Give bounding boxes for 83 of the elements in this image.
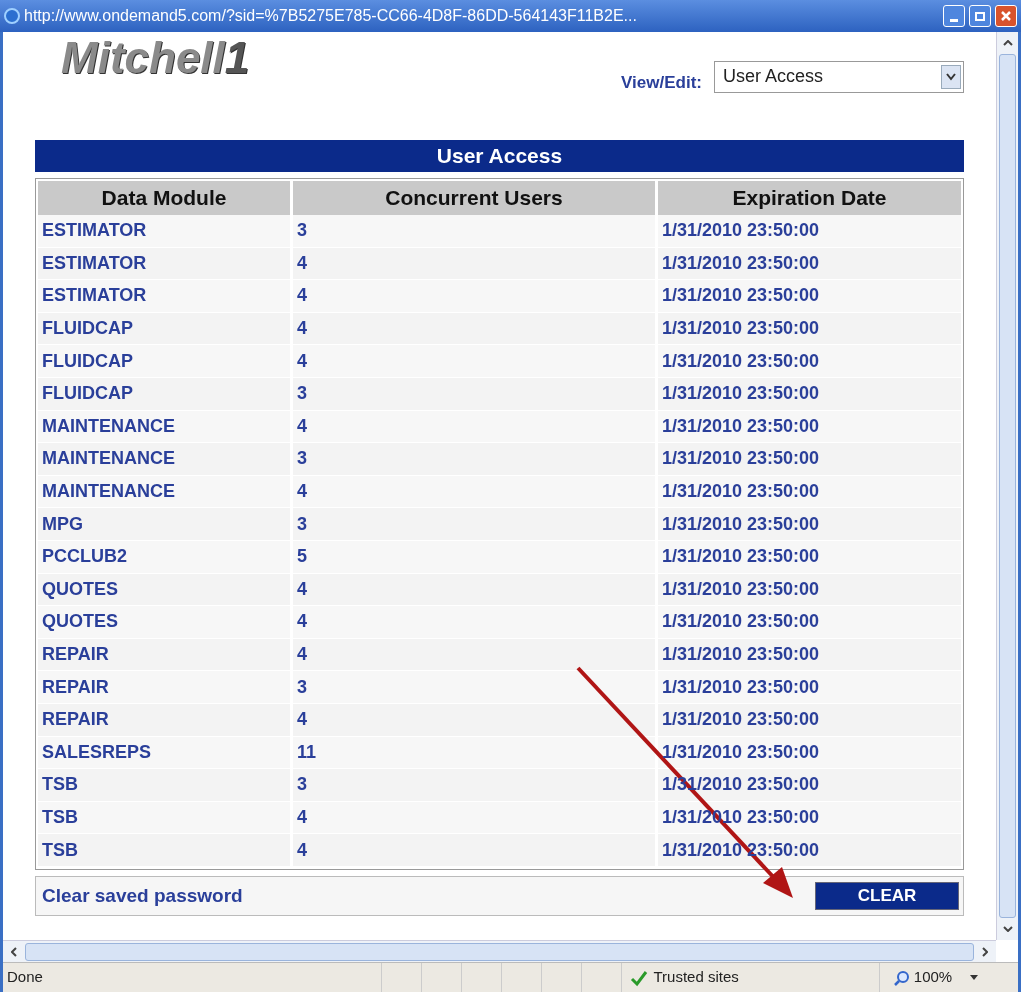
table-cell: REPAIR [38, 671, 290, 704]
vertical-scrollbar[interactable] [996, 32, 1018, 940]
table-cell: 4 [293, 703, 655, 737]
table-cell: 1/31/2010 23:50:00 [658, 377, 961, 411]
table-cell: ESTIMATOR [38, 215, 290, 248]
browser-icon [4, 8, 20, 24]
table-cell: TSB [38, 769, 290, 802]
check-icon [629, 968, 648, 987]
table-cell: REPAIR [38, 638, 290, 672]
table-cell: 1/31/2010 23:50:00 [658, 508, 961, 541]
table-cell: QUOTES [38, 606, 290, 639]
table-cell: 1/31/2010 23:50:00 [658, 606, 961, 639]
table-cell: TSB [38, 834, 290, 867]
table-cell: 1/31/2010 23:50:00 [658, 540, 961, 574]
table-cell: 1/31/2010 23:50:00 [658, 215, 961, 248]
caret-icon[interactable] [970, 975, 979, 980]
column-header: Data Module [38, 181, 290, 215]
table-cell: MPG [38, 508, 290, 541]
window-title: http://www.ondemand5.com/?sid=%7B5275E785-CC66-4D8F-86DD-564143F11B2E... [24, 6, 638, 26]
table-cell: 3 [293, 769, 655, 802]
table-cell: 1/31/2010 23:50:00 [658, 475, 961, 509]
column-header: Expiration Date [658, 181, 961, 215]
table-cell: 11 [293, 736, 655, 770]
table-cell: 4 [293, 247, 655, 281]
horizontal-scrollbar[interactable] [3, 940, 996, 962]
table-cell: 4 [293, 345, 655, 378]
clear-button[interactable]: CLEAR [815, 881, 959, 910]
table-cell: 4 [293, 410, 655, 444]
scroll-thumb[interactable] [999, 54, 1016, 918]
table-cell: ESTIMATOR [38, 280, 290, 313]
table-cell: 3 [293, 671, 655, 704]
table-cell: ESTIMATOR [38, 247, 290, 281]
table-cell: MAINTENANCE [38, 475, 290, 509]
table-cell: 3 [293, 377, 655, 411]
dropdown-caret-icon [941, 64, 961, 89]
table-cell: 1/31/2010 23:50:00 [658, 280, 961, 313]
scroll-thumb[interactable] [25, 942, 974, 961]
table-cell: FLUIDCAP [38, 377, 290, 411]
table-cell: 4 [293, 606, 655, 639]
table-cell: 1/31/2010 23:50:00 [658, 573, 961, 607]
table-cell: QUOTES [38, 573, 290, 607]
column-header: Concurrent Users [293, 181, 655, 215]
table-cell: TSB [38, 801, 290, 835]
table-cell: SALESREPS [38, 736, 290, 770]
table-cell: 3 [293, 508, 655, 541]
maximize-button[interactable] [969, 5, 991, 27]
table-cell: 1/31/2010 23:50:00 [658, 410, 961, 444]
table-cell: 1/31/2010 23:50:00 [658, 443, 961, 476]
table-cell: 4 [293, 834, 655, 867]
table-cell: 1/31/2010 23:50:00 [658, 671, 961, 704]
table-cell: FLUIDCAP [38, 312, 290, 346]
table-cell: 1/31/2010 23:50:00 [658, 345, 961, 378]
table-cell: 5 [293, 540, 655, 574]
table-cell: 4 [293, 312, 655, 346]
table-cell: MAINTENANCE [38, 443, 290, 476]
zoom-icon [893, 969, 910, 986]
minimize-button[interactable] [943, 5, 965, 27]
table-cell: FLUIDCAP [38, 345, 290, 378]
zoom-level[interactable]: 100% [913, 966, 953, 989]
table-cell: 1/31/2010 23:50:00 [658, 638, 961, 672]
table-cell: 1/31/2010 23:50:00 [658, 312, 961, 346]
table-cell: 1/31/2010 23:50:00 [658, 247, 961, 281]
table-cell: REPAIR [38, 703, 290, 737]
table-cell: 3 [293, 215, 655, 248]
table-cell: 4 [293, 475, 655, 509]
table-cell: 4 [293, 280, 655, 313]
table-title: User Access [35, 140, 964, 172]
table-cell: MAINTENANCE [38, 410, 290, 444]
table-cell: 4 [293, 573, 655, 607]
close-button[interactable] [995, 5, 1017, 27]
view-edit-label: View/Edit: [621, 72, 702, 94]
table-cell: 4 [293, 801, 655, 835]
logo: Mitchell1 [61, 36, 250, 80]
table-cell: 1/31/2010 23:50:00 [658, 736, 961, 770]
table-cell: PCCLUB2 [38, 540, 290, 574]
table-cell: 1/31/2010 23:50:00 [658, 703, 961, 737]
table-cell: 3 [293, 443, 655, 476]
table-cell: 4 [293, 638, 655, 672]
status-text: Done [6, 967, 44, 988]
clear-password-label: Clear saved password [42, 883, 244, 908]
zone-text: Trusted sites [653, 967, 739, 988]
view-edit-dropdown[interactable]: User Access [714, 60, 964, 93]
close-icon [1000, 10, 1012, 22]
